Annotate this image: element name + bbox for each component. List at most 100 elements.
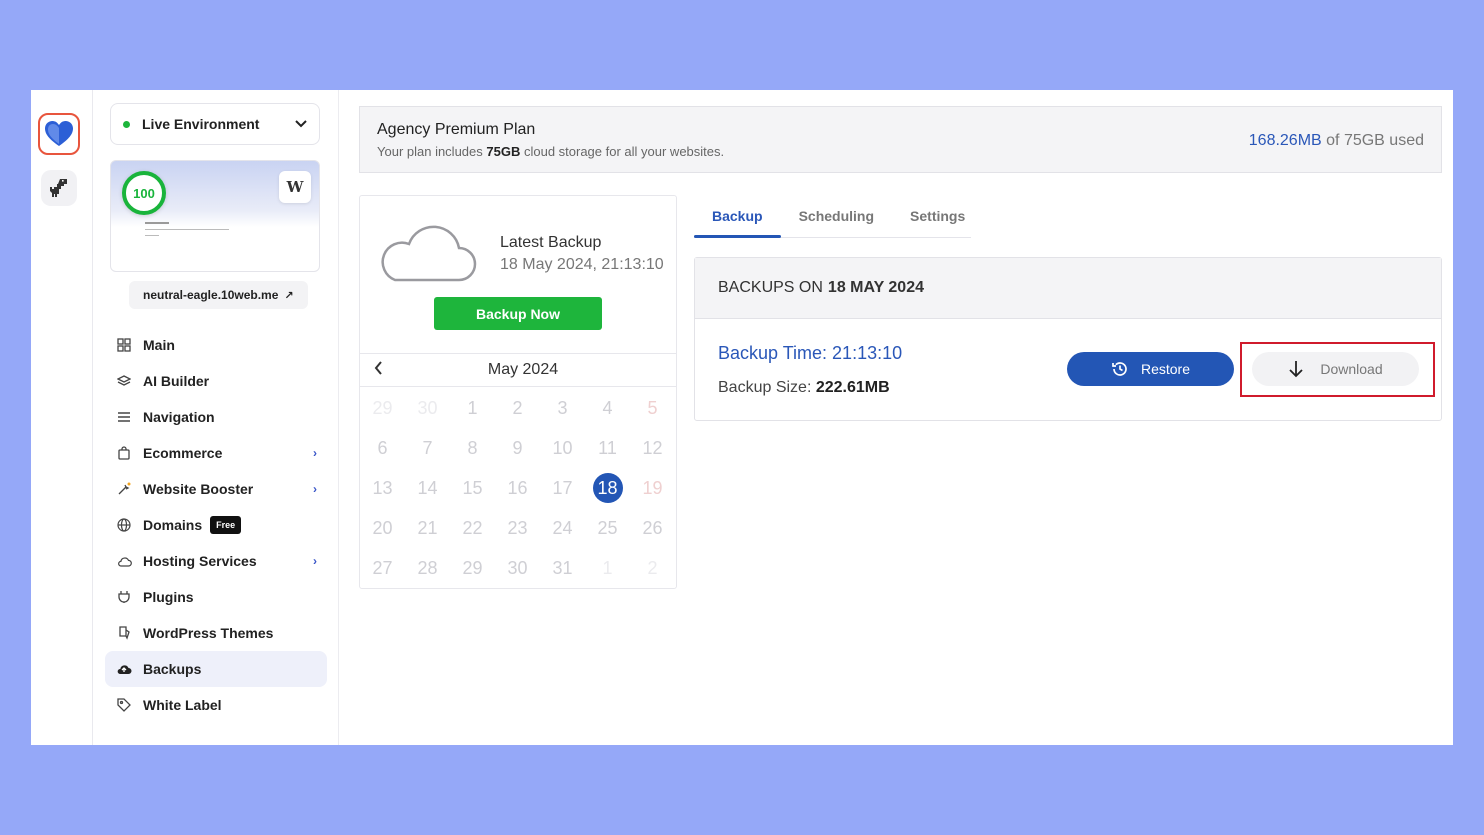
backups-heading: BACKUPS ON 18 MAY 2024 [695, 258, 1441, 319]
calendar-day[interactable]: 31 [540, 548, 585, 588]
calendar-day[interactable]: 4 [585, 388, 630, 428]
latest-backup-title: Latest Backup [500, 234, 602, 251]
sidebar-item-navigation[interactable]: Navigation [105, 399, 327, 435]
calendar-day[interactable]: 3 [540, 388, 585, 428]
calendar-day[interactable]: 23 [495, 508, 540, 548]
backup-time: Backup Time: 21:13:10 [718, 343, 903, 363]
calendar-header: May 2024 [360, 353, 676, 387]
sidebar-item-hosting-services[interactable]: Hosting Services › [105, 543, 327, 579]
calendar-day[interactable]: 14 [405, 468, 450, 508]
calendar-day-selected[interactable]: 18 [585, 468, 630, 508]
sidebar-item-label: Website Booster [143, 481, 254, 497]
sidebar-item-plugins[interactable]: Plugins [105, 579, 327, 615]
storage-usage: 168.26MB of 75GB used [1249, 132, 1424, 150]
download-label: Download [1320, 361, 1383, 377]
calendar-prev-button[interactable] [374, 360, 383, 380]
calendar-day[interactable]: 7 [405, 428, 450, 468]
calendar-day[interactable]: 13 [360, 468, 405, 508]
backups-list-card: BACKUPS ON 18 MAY 2024 Backup Time: 21:1… [694, 257, 1442, 421]
history-icon [1111, 360, 1129, 378]
download-button[interactable]: Download [1252, 352, 1419, 386]
calendar-day: 1 [602, 557, 613, 578]
restore-button[interactable]: Restore [1067, 352, 1234, 386]
calendar-day[interactable]: 6 [360, 428, 405, 468]
backup-tabs: Backup Scheduling Settings [694, 196, 971, 238]
calendar-day[interactable]: 5 [630, 388, 675, 428]
tab-backup[interactable]: Backup [694, 196, 781, 238]
calendar-day[interactable]: 15 [450, 468, 495, 508]
calendar-day[interactable]: 2 [495, 388, 540, 428]
preview-text-line [145, 222, 169, 224]
status-dot [123, 120, 130, 128]
calendar-day[interactable]: 1 [450, 388, 495, 428]
rail-app-heart[interactable] [38, 113, 80, 155]
sidebar-item-label: Main [143, 337, 175, 353]
calendar-day: 2 [647, 557, 658, 578]
globe-icon [116, 517, 132, 533]
sidebar-item-ecommerce[interactable]: Ecommerce › [105, 435, 327, 471]
storage-total: of 75GB used [1321, 132, 1424, 149]
rail-app-dino[interactable] [41, 170, 77, 206]
chevron-left-icon [374, 360, 382, 375]
plan-description-suffix: cloud storage for all your websites. [520, 144, 725, 159]
calendar-day[interactable]: 27 [360, 548, 405, 588]
app-window: Live Environment 100 W neutral-eagle.10w… [31, 90, 1453, 745]
external-link-icon: ↗ [284, 289, 294, 302]
calendar-day[interactable]: 30 [495, 548, 540, 588]
wordpress-icon: W [279, 171, 311, 203]
site-domain-link[interactable]: neutral-eagle.10web.me ↗ [129, 281, 308, 309]
calendar-month: May 2024 [487, 361, 559, 378]
plan-description-prefix: Your plan includes [377, 144, 487, 159]
backup-now-button[interactable]: Backup Now [434, 297, 602, 330]
calendar-day[interactable]: 26 [630, 508, 675, 548]
site-preview[interactable]: 100 W [110, 160, 320, 272]
sidebar-item-wordpress-themes[interactable]: WordPress Themes [105, 615, 327, 651]
calendar-day[interactable]: 19 [630, 468, 675, 508]
backups-heading-date: 18 MAY 2024 [827, 279, 924, 296]
selected-day-number: 18 [592, 473, 623, 503]
calendar-day: 30 [417, 397, 438, 418]
plan-banner: Agency Premium Plan Your plan includes 7… [359, 106, 1442, 173]
calendar-day[interactable]: 12 [630, 428, 675, 468]
calendar-day[interactable]: 24 [540, 508, 585, 548]
calendar-day[interactable]: 9 [495, 428, 540, 468]
arrow-down-icon [1288, 360, 1304, 378]
calendar-day[interactable]: 8 [450, 428, 495, 468]
sidebar-item-ai-builder[interactable]: AI Builder [105, 363, 327, 399]
calendar-day[interactable]: 25 [585, 508, 630, 548]
sparkle-icon [116, 481, 132, 497]
grid-icon [116, 337, 132, 353]
environment-select[interactable]: Live Environment [110, 103, 320, 145]
calendar-day[interactable]: 29 [450, 548, 495, 588]
tab-settings[interactable]: Settings [892, 196, 983, 236]
calendar-day[interactable]: 10 [540, 428, 585, 468]
calendar-day[interactable]: 11 [585, 428, 630, 468]
preview-text-line [145, 235, 159, 236]
sidebar-item-backups[interactable]: Backups [105, 651, 327, 687]
calendar-day[interactable]: 21 [405, 508, 450, 548]
sidebar-item-label: Backups [143, 661, 202, 677]
latest-backup-card: Latest Backup 18 May 2024, 21:13:10 Back… [359, 195, 677, 589]
preview-text-line [145, 229, 229, 230]
heart-logo-icon [45, 121, 73, 146]
sidebar: Live Environment 100 W neutral-eagle.10w… [93, 90, 339, 745]
sidebar-item-label: Ecommerce [143, 445, 223, 461]
latest-backup-date: 18 May 2024, 21:13:10 [500, 256, 664, 273]
calendar-day[interactable]: 20 [360, 508, 405, 548]
backup-size-value: 222.61MB [815, 379, 890, 396]
free-badge: Free [210, 516, 242, 534]
backups-heading-prefix: BACKUPS ON [718, 279, 823, 296]
sidebar-item-white-label[interactable]: White Label [105, 687, 327, 723]
sidebar-item-website-booster[interactable]: Website Booster › [105, 471, 327, 507]
sidebar-item-label: Plugins [143, 589, 194, 605]
sidebar-item-label: WordPress Themes [143, 625, 274, 641]
calendar-day[interactable]: 17 [540, 468, 585, 508]
sidebar-item-label: White Label [143, 697, 222, 713]
tab-scheduling[interactable]: Scheduling [781, 196, 892, 236]
sidebar-item-domains[interactable]: Domains Free [105, 507, 327, 543]
calendar-day[interactable]: 28 [405, 548, 450, 588]
sidebar-item-main[interactable]: Main [105, 327, 327, 363]
calendar-day[interactable]: 22 [450, 508, 495, 548]
storage-used: 168.26MB [1248, 132, 1322, 149]
calendar-day[interactable]: 16 [495, 468, 540, 508]
